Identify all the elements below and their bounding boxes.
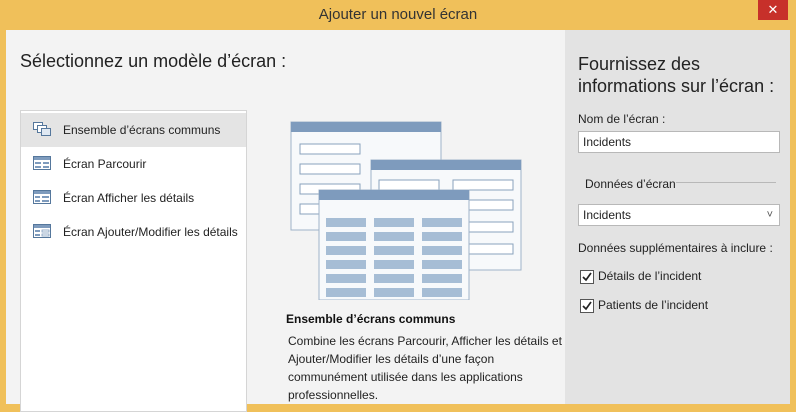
- title-bar: Ajouter un nouvel écran ✕: [0, 0, 796, 30]
- dialog-window: Ajouter un nouvel écran ✕ Sélectionnez u…: [0, 0, 796, 412]
- check-icon: [582, 272, 592, 282]
- template-label: Écran Afficher les détails: [63, 191, 195, 205]
- template-label: Ensemble d’écrans communs: [63, 123, 221, 137]
- template-list[interactable]: Ensemble d’écrans communs Écran Parcouri…: [20, 110, 247, 412]
- template-label: Écran Parcourir: [63, 157, 147, 171]
- template-item-screen-set[interactable]: Ensemble d’écrans communs: [21, 113, 246, 147]
- checkbox-box[interactable]: [580, 270, 594, 284]
- screen-data-select-value: Incidents: [583, 208, 632, 222]
- close-icon: ✕: [767, 2, 779, 17]
- template-label: Écran Ajouter/Modifier les détails: [63, 225, 238, 239]
- template-description-text: Combine les écrans Parcourir, Afficher l…: [288, 334, 562, 402]
- browse-screen-icon: [33, 156, 51, 170]
- dialog-content: Sélectionnez un modèle d’écran : Ensembl…: [6, 30, 790, 412]
- template-preview-image: [290, 121, 522, 300]
- template-item-details[interactable]: Écran Afficher les détails: [21, 181, 246, 215]
- window-title: Ajouter un nouvel écran: [318, 6, 478, 23]
- edit-details-screen-icon: [33, 224, 51, 238]
- screen-data-label: Données d’écran: [585, 177, 676, 191]
- checkbox-label: Patients de l’incident: [598, 298, 709, 312]
- check-icon: [582, 301, 592, 311]
- additional-data-label: Données supplémentaires à inclure :: [578, 241, 773, 255]
- screen-data-select[interactable]: Incidents ˅: [578, 204, 780, 226]
- close-button[interactable]: ✕: [758, 0, 788, 20]
- checkbox-box[interactable]: [580, 299, 594, 313]
- screen-name-input[interactable]: Incidents: [578, 131, 780, 153]
- section-divider: [676, 182, 776, 183]
- template-description-title: Ensemble d’écrans communs: [286, 312, 456, 326]
- template-item-browse[interactable]: Écran Parcourir: [21, 147, 246, 181]
- screen-info-panel: Fournissez des informations sur l’écran …: [565, 30, 790, 404]
- checkbox-label: Détails de l’incident: [598, 269, 702, 283]
- details-screen-icon: [33, 190, 51, 204]
- screen-info-title: Fournissez des informations sur l’écran …: [578, 54, 775, 96]
- screen-set-icon: [33, 122, 51, 136]
- chevron-down-icon: ˅: [766, 209, 773, 221]
- template-item-edit-details[interactable]: Écran Ajouter/Modifier les détails: [21, 215, 246, 249]
- screen-name-label: Nom de l’écran :: [578, 112, 666, 126]
- template-panel: Sélectionnez un modèle d’écran : Ensembl…: [6, 30, 565, 412]
- template-panel-title: Sélectionnez un modèle d’écran :: [20, 51, 287, 71]
